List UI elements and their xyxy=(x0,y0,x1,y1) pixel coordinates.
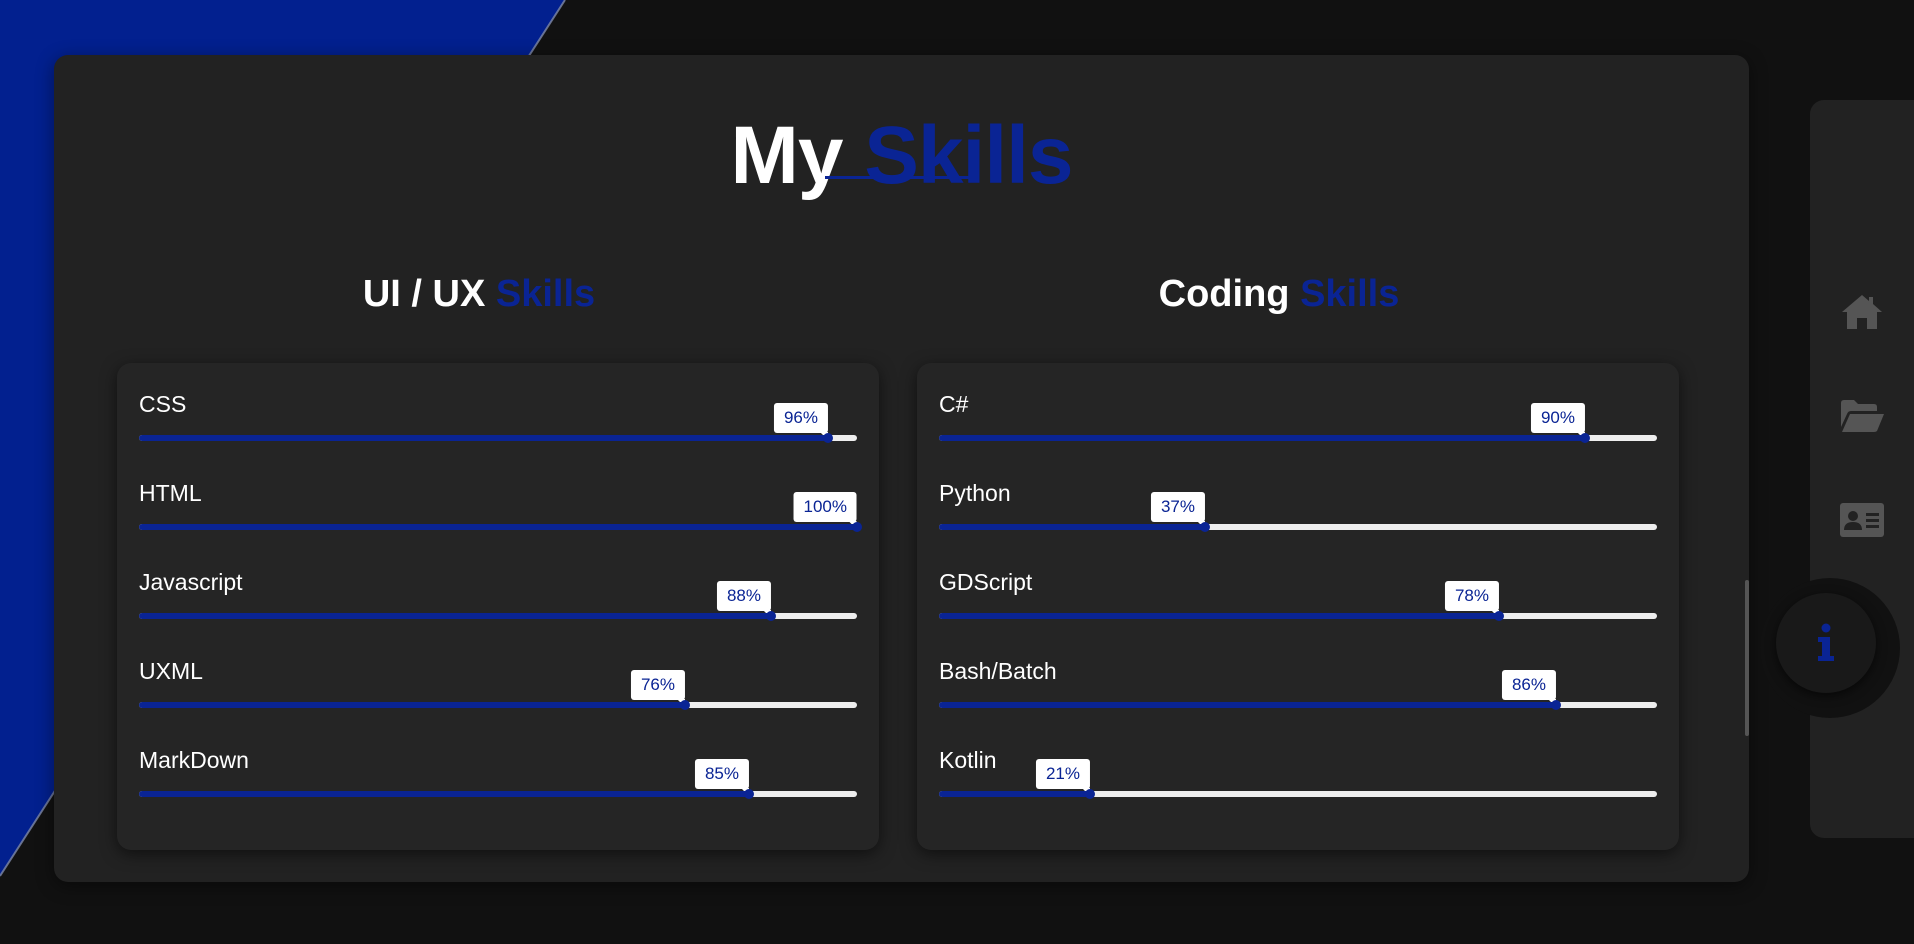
skill-progress-track xyxy=(139,789,857,799)
title-divider xyxy=(825,176,975,180)
ui-ux-title-accent: Skills xyxy=(495,273,596,315)
skill-row-kotlin: Kotlin 21% xyxy=(939,747,1657,807)
skill-name: Kotlin xyxy=(939,747,997,773)
coding-title-accent: Skills xyxy=(1300,273,1400,315)
skill-progress-fill xyxy=(139,702,685,708)
skills-panel: My Skills UI / UX Skills Coding Skills C… xyxy=(54,55,1749,882)
skill-progress-fill xyxy=(139,613,771,619)
skill-progress-knob xyxy=(1494,611,1504,621)
coding-section-title: Coding Skills xyxy=(899,272,1659,318)
info-icon xyxy=(1818,623,1834,661)
skill-row-css: CSS 96% xyxy=(139,391,857,451)
skill-progress-fill xyxy=(139,435,828,441)
skill-percent-badge: 37% xyxy=(1150,492,1206,529)
ui-ux-section-title: UI / UX Skills xyxy=(99,272,859,318)
skill-name: Javascript xyxy=(139,569,243,595)
skill-progress-track xyxy=(939,789,1657,799)
skill-progress-fill xyxy=(139,524,857,530)
page-title-main: My xyxy=(730,110,844,201)
skill-percent-badge: 21% xyxy=(1035,759,1091,796)
skill-percent-badge: 100% xyxy=(793,492,858,529)
skill-progress-fill xyxy=(139,791,749,797)
skill-progress-knob xyxy=(680,700,690,710)
skill-progress-track xyxy=(939,433,1657,443)
skill-progress-track xyxy=(139,611,857,621)
nav-contact-button[interactable] xyxy=(1810,490,1914,550)
skill-progress-knob xyxy=(1200,522,1210,532)
coding-title-main: Coding xyxy=(1158,273,1290,315)
skill-progress-knob xyxy=(852,522,862,532)
home-icon xyxy=(1842,295,1882,329)
coding-skills-card: C# 90% Python 37% GDScript 78% Bash/Batch 86% Ko… xyxy=(917,363,1679,850)
skill-progress-fill xyxy=(939,435,1585,441)
skill-percent-badge: 96% xyxy=(773,403,829,440)
skill-row-html: HTML 100% xyxy=(139,480,862,540)
skill-name: MarkDown xyxy=(139,747,249,773)
skill-name: C# xyxy=(939,391,969,417)
skill-progress-fill xyxy=(939,524,1205,530)
nav-portfolio-button[interactable] xyxy=(1810,386,1914,446)
skill-progress-knob xyxy=(1551,700,1561,710)
skill-progress-track xyxy=(939,611,1657,621)
skill-progress-track xyxy=(139,433,857,443)
skill-name: Python xyxy=(939,480,1011,506)
page-scrollbar[interactable] xyxy=(1745,580,1749,736)
folder-open-icon xyxy=(1841,400,1884,432)
contact-card-icon xyxy=(1840,503,1884,537)
skill-progress-fill xyxy=(939,613,1499,619)
skill-progress-track xyxy=(939,700,1657,710)
skill-progress-fill xyxy=(939,791,1090,797)
nav-about-button[interactable] xyxy=(1776,593,1876,693)
skill-progress-track xyxy=(139,700,857,710)
ui-ux-skills-card: CSS 96% HTML 100% Javascript 88% UXML 76% MarkDo… xyxy=(117,363,879,850)
skill-name: UXML xyxy=(139,658,203,684)
side-nav-rail xyxy=(1810,100,1914,838)
skill-progress-knob xyxy=(1085,789,1095,799)
skill-percent-badge: 85% xyxy=(694,759,750,796)
skill-percent-badge: 76% xyxy=(630,670,686,707)
skill-row-bash-batch: Bash/Batch 86% xyxy=(939,658,1657,718)
skill-percent-badge: 78% xyxy=(1444,581,1500,618)
skill-progress-fill xyxy=(939,702,1556,708)
side-navigation xyxy=(1760,100,1914,838)
skill-percent-badge: 90% xyxy=(1530,403,1586,440)
skill-progress-track xyxy=(139,522,862,532)
skill-row-markdown: MarkDown 85% xyxy=(139,747,857,807)
skill-percent-badge: 86% xyxy=(1501,670,1557,707)
skill-name: Bash/Batch xyxy=(939,658,1057,684)
skill-progress-track xyxy=(939,522,1657,532)
ui-ux-title-main: UI / UX xyxy=(362,273,486,315)
skill-progress-knob xyxy=(823,433,833,443)
skill-progress-knob xyxy=(1580,433,1590,443)
skill-progress-knob xyxy=(744,789,754,799)
skill-name: CSS xyxy=(139,391,187,417)
nav-home-button[interactable] xyxy=(1810,282,1914,342)
skill-row-uxml: UXML 76% xyxy=(139,658,857,718)
skill-progress-knob xyxy=(766,611,776,621)
skill-row-c-: C# 90% xyxy=(939,391,1657,451)
page-title-accent: Skills xyxy=(864,110,1073,201)
skill-name: GDScript xyxy=(939,569,1033,595)
page-title: My Skills xyxy=(54,115,1749,197)
skill-percent-badge: 88% xyxy=(716,581,772,618)
skill-row-python: Python 37% xyxy=(939,480,1657,540)
skill-name: HTML xyxy=(139,480,202,506)
skill-row-javascript: Javascript 88% xyxy=(139,569,857,629)
skill-row-gdscript: GDScript 78% xyxy=(939,569,1657,629)
